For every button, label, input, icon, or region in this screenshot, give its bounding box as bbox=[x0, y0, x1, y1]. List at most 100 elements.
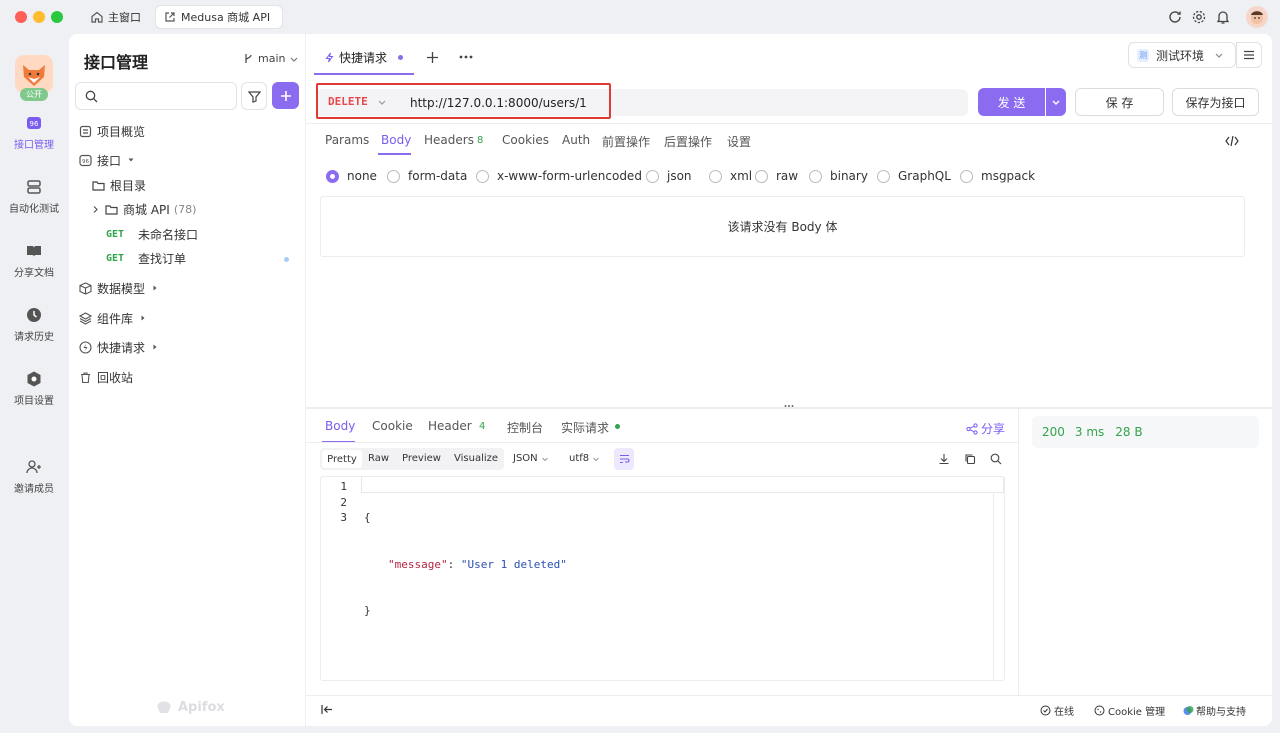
url-input[interactable]: http://127.0.0.1:8000/users/1 bbox=[401, 89, 968, 116]
tree-item-interfaces[interactable]: 96 接口 bbox=[79, 150, 140, 170]
rail-item-automation[interactable]: 自动化测试 bbox=[0, 178, 68, 215]
bell-icon[interactable] bbox=[1215, 9, 1231, 25]
tab-auth[interactable]: Auth bbox=[562, 133, 590, 147]
search-icon[interactable] bbox=[990, 453, 1002, 465]
save-as-interface-button[interactable]: 保存为接口 bbox=[1172, 88, 1259, 116]
send-dropdown-button[interactable] bbox=[1046, 88, 1066, 116]
tab-response-cookie[interactable]: Cookie bbox=[372, 419, 413, 433]
title-bar: 主窗口 Medusa 商城 API bbox=[0, 0, 1280, 34]
refresh-icon[interactable] bbox=[1167, 9, 1183, 25]
radio-form-data[interactable]: form-data bbox=[387, 169, 467, 183]
tab-headers[interactable]: Headers bbox=[424, 133, 474, 147]
radio-raw[interactable]: raw bbox=[755, 169, 798, 183]
radio-msgpack[interactable]: msgpack bbox=[960, 169, 1035, 183]
view-raw[interactable]: Raw bbox=[368, 453, 389, 464]
tab-console[interactable]: 控制台 bbox=[507, 419, 543, 436]
json-value: "User 1 deleted" bbox=[460, 557, 567, 571]
minimize-window-button[interactable] bbox=[33, 11, 45, 23]
endpoint-item[interactable]: GET 未命名接口 bbox=[106, 224, 198, 244]
view-preview[interactable]: Preview bbox=[402, 453, 441, 464]
view-visualize[interactable]: Visualize bbox=[454, 453, 498, 464]
search-input[interactable] bbox=[104, 89, 234, 103]
tab-post-ops[interactable]: 后置操作 bbox=[664, 133, 712, 150]
encoding-selector[interactable]: utf8 bbox=[569, 453, 600, 464]
tab-home[interactable]: 主窗口 bbox=[84, 5, 150, 29]
online-status[interactable]: 在线 bbox=[1040, 703, 1074, 718]
plus-icon[interactable] bbox=[426, 51, 439, 64]
save-button[interactable]: 保 存 bbox=[1075, 88, 1164, 116]
radio-graphql[interactable]: GraphQL bbox=[877, 169, 951, 183]
chevron-down-icon bbox=[1215, 53, 1223, 58]
maximize-window-button[interactable] bbox=[51, 11, 63, 23]
code-icon[interactable] bbox=[1225, 135, 1239, 147]
tab-response-header[interactable]: Header bbox=[428, 419, 472, 433]
tab-params[interactable]: Params bbox=[325, 133, 369, 147]
hamburger-icon bbox=[1244, 50, 1254, 60]
radio-binary[interactable]: binary bbox=[809, 169, 868, 183]
rail-item-history[interactable]: 请求历史 bbox=[0, 306, 68, 343]
response-tabs: Body Cookie Header 4 控制台 实际请求 bbox=[322, 419, 625, 443]
tree-item-components[interactable]: 组件库 bbox=[79, 308, 152, 328]
tab-actual-request[interactable]: 实际请求 bbox=[561, 419, 609, 436]
help-button[interactable]: 帮助与支持 bbox=[1183, 703, 1246, 718]
tab-project[interactable]: Medusa 商城 API bbox=[155, 5, 283, 29]
tab-settings[interactable]: 设置 bbox=[727, 133, 751, 150]
public-badge: 公开 bbox=[20, 88, 48, 101]
tree-item-data-models[interactable]: 数据模型 bbox=[79, 278, 164, 298]
env-menu-button[interactable] bbox=[1236, 42, 1262, 68]
rail-item-invite[interactable]: 邀请成员 bbox=[0, 458, 68, 495]
radio-dot bbox=[709, 169, 722, 183]
unsaved-dot bbox=[398, 54, 404, 60]
share-button[interactable]: 分享 bbox=[966, 420, 1005, 437]
line-number: 1 bbox=[340, 480, 347, 493]
add-button[interactable] bbox=[272, 82, 299, 109]
branch-selector[interactable]: main bbox=[243, 52, 299, 65]
radio-none[interactable]: none bbox=[326, 169, 377, 183]
cookie-icon bbox=[1094, 705, 1105, 716]
rail-item-share-docs[interactable]: 分享文档 bbox=[0, 242, 68, 279]
view-pretty[interactable]: Pretty bbox=[322, 450, 362, 468]
tab-response-body[interactable]: Body bbox=[325, 419, 355, 433]
radio-xml[interactable]: xml bbox=[709, 169, 752, 183]
endpoint-item[interactable]: GET 查找订单 bbox=[106, 248, 186, 268]
response-code-editor[interactable]: 1 2 3 { "message": "User 1 deleted" } bbox=[320, 476, 1005, 681]
trash-icon bbox=[81, 371, 90, 383]
close-window-button[interactable] bbox=[15, 11, 27, 23]
method-selector[interactable]: DELETE bbox=[328, 95, 387, 108]
stack-icon bbox=[27, 180, 41, 194]
watermark-text: Apifox bbox=[178, 699, 225, 715]
wrap-toggle[interactable] bbox=[614, 448, 634, 470]
tab-quick-request[interactable]: 快捷请求 bbox=[314, 41, 414, 75]
rail-item-api-management[interactable]: 96 接口管理 bbox=[0, 114, 68, 151]
tree-item-quick-requests[interactable]: 快捷请求 bbox=[79, 337, 164, 357]
collapse-sidebar-icon[interactable] bbox=[321, 704, 333, 715]
tree-item-overview[interactable]: 项目概览 bbox=[79, 121, 145, 141]
search-box[interactable] bbox=[75, 82, 237, 110]
format-selector[interactable]: JSON bbox=[513, 453, 549, 464]
rail-item-project-settings[interactable]: 项目设置 bbox=[0, 370, 68, 407]
tab-cookies[interactable]: Cookies bbox=[502, 133, 549, 147]
tree-item-recycle[interactable]: 回收站 bbox=[79, 367, 133, 387]
copy-icon[interactable] bbox=[964, 453, 976, 465]
tab-project-label: Medusa 商城 API bbox=[181, 11, 271, 24]
tab-pre-ops[interactable]: 前置操作 bbox=[602, 133, 650, 150]
radio-json[interactable]: json bbox=[646, 169, 692, 183]
cookie-manager-button[interactable]: Cookie 管理 bbox=[1094, 703, 1165, 718]
more-icon[interactable] bbox=[459, 55, 473, 59]
status-dot bbox=[615, 424, 620, 429]
download-icon[interactable] bbox=[938, 453, 950, 465]
radio-label: form-data bbox=[408, 169, 468, 183]
tree-item-root[interactable]: 根目录 bbox=[92, 175, 146, 195]
radio-dot bbox=[755, 169, 768, 183]
avatar[interactable] bbox=[1246, 6, 1268, 28]
radio-label: GraphQL bbox=[898, 169, 951, 183]
tree-item-folder[interactable]: 商城 API (78) bbox=[91, 199, 196, 219]
tab-body[interactable]: Body bbox=[381, 133, 411, 147]
radio-urlencoded[interactable]: x-www-form-urlencoded bbox=[476, 169, 642, 183]
environment-selector[interactable]: 测 测试环境 bbox=[1128, 42, 1236, 68]
send-button[interactable]: 发 送 bbox=[978, 88, 1045, 116]
gear-icon[interactable] bbox=[1191, 9, 1207, 25]
drag-handle-icon[interactable] bbox=[784, 404, 794, 408]
avatar-face-icon bbox=[1251, 11, 1263, 24]
filter-button[interactable] bbox=[241, 82, 267, 110]
